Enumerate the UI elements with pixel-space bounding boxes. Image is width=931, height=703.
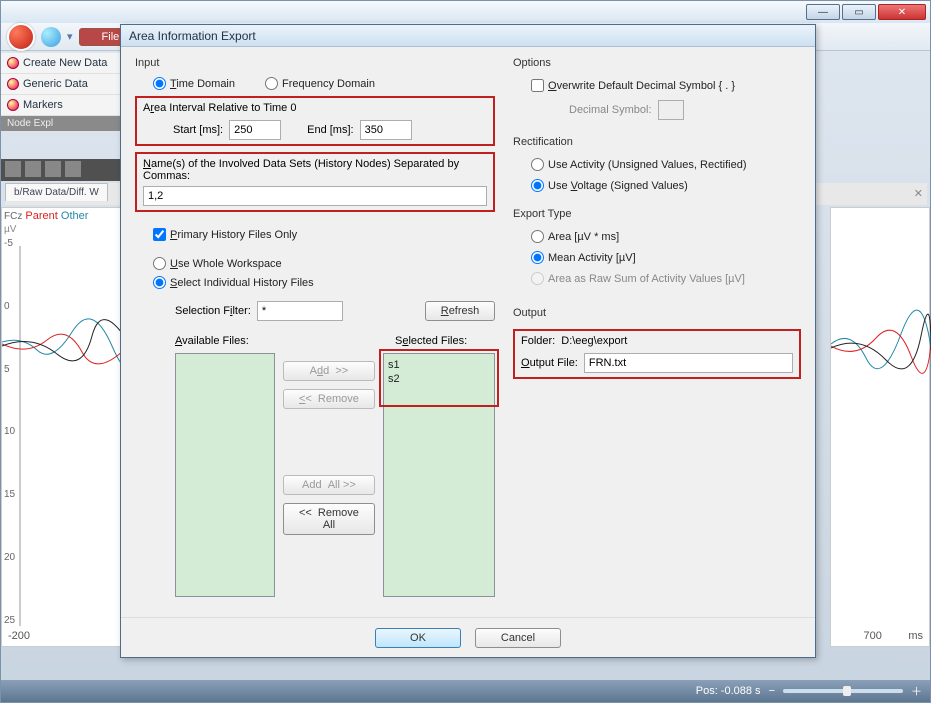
tool-icon[interactable] <box>25 161 41 177</box>
filter-input[interactable] <box>257 301 343 321</box>
time-domain-radio[interactable]: Time Domain <box>153 77 235 90</box>
use-activity-radio[interactable]: Use Activity (Unsigned Values, Rectified… <box>531 158 801 171</box>
area-export-dialog: Area Information Export Input Time Domai… <box>120 24 816 658</box>
dropdown-icon[interactable]: ▾ <box>67 30 73 43</box>
names-label: Name(s) of the Involved Data Sets (Histo… <box>143 158 487 182</box>
area-radio[interactable]: Area [µV * ms] <box>531 230 801 243</box>
channel-label: FCz <box>4 211 22 222</box>
output-file-input[interactable] <box>584 353 793 373</box>
available-label: Available Files: <box>175 335 287 347</box>
selected-files-list[interactable]: s1 s2 <box>383 353 495 597</box>
mean-radio[interactable]: Mean Activity [µV] <box>531 251 801 264</box>
interval-highlight: Area Interval Relative to Time 0 Start [… <box>135 96 495 146</box>
sidebar-item-generic-data[interactable]: Generic Data <box>1 74 130 95</box>
rectification-label: Rectification <box>513 136 801 148</box>
tab-raw-data[interactable]: b/Raw Data/Diff. W <box>5 183 108 201</box>
remove-all-button[interactable]: << Remove All <box>283 503 375 535</box>
folder-value: D:\eeg\export <box>561 335 627 347</box>
end-label: End [ms]: <box>307 124 353 136</box>
status-bar: Pos: -0.088 s − ＋ <box>1 680 930 702</box>
filter-label: Selection Filter: <box>175 305 251 317</box>
select-individual-radio[interactable]: Select Individual History Files <box>153 276 495 289</box>
list-item[interactable]: s2 <box>388 372 490 386</box>
zoom-in-icon[interactable]: ＋ <box>911 683 922 699</box>
refresh-button[interactable]: Refresh <box>425 301 495 321</box>
globe-icon[interactable] <box>41 27 61 47</box>
end-input[interactable] <box>360 120 412 140</box>
zoom-slider[interactable] <box>783 689 903 693</box>
parent-label: Parent <box>25 210 57 222</box>
ok-button[interactable]: OK <box>375 628 461 648</box>
tab-close-icon[interactable]: ✕ <box>914 187 923 200</box>
folder-label: Folder: <box>521 335 555 347</box>
interval-legend: Area Interval Relative to Time 0 <box>143 102 487 114</box>
tool-icon[interactable] <box>65 161 81 177</box>
use-voltage-radio[interactable]: Use Voltage (Signed Values) <box>531 179 801 192</box>
freq-domain-radio[interactable]: Frequency Domain <box>265 77 375 90</box>
options-label: Options <box>513 57 801 69</box>
zoom-out-icon[interactable]: − <box>769 685 775 697</box>
app-logo-icon <box>7 23 35 51</box>
remove-button[interactable]: << Remove <box>283 389 375 409</box>
use-whole-radio[interactable]: Use Whole Workspace <box>153 257 495 270</box>
bullet-icon <box>7 78 19 90</box>
pos-label: Pos: -0.088 s <box>696 685 761 697</box>
uv-label: µV <box>4 224 16 235</box>
main-titlebar: — ▭ ✕ <box>1 1 930 23</box>
plot-right: 700ms <box>830 207 930 647</box>
close-button[interactable]: ✕ <box>878 4 926 20</box>
tool-icon[interactable] <box>45 161 61 177</box>
bullet-icon <box>7 99 19 111</box>
output-label: Output <box>513 307 801 319</box>
add-button[interactable]: Add >> <box>283 361 375 381</box>
decimal-input <box>658 100 684 120</box>
cancel-button[interactable]: Cancel <box>475 628 561 648</box>
add-all-button[interactable]: Add All >> <box>283 475 375 495</box>
bullet-icon <box>7 57 19 69</box>
raw-sum-radio: Area as Raw Sum of Activity Values [µV] <box>531 272 801 285</box>
sidebar: Create New Data Generic Data Markers Nod… <box>1 53 131 131</box>
output-file-label: Output File: <box>521 357 578 369</box>
selected-label: Selected Files: <box>395 335 467 347</box>
sidebar-item-create-new[interactable]: Create New Data <box>1 53 130 74</box>
input-label: Input <box>135 57 495 69</box>
tool-icon[interactable] <box>5 161 21 177</box>
available-files-list[interactable] <box>175 353 275 597</box>
waveform-right <box>831 248 931 628</box>
overwrite-check[interactable]: Overwrite Default Decimal Symbol { . } <box>531 79 801 92</box>
waveform-left <box>2 246 132 626</box>
primary-only-check[interactable]: Primary History Files Only <box>153 228 495 241</box>
names-input[interactable] <box>143 186 487 206</box>
plot-left: FCz Parent Other µV -5 0 5 10 15 20 25 -… <box>1 207 131 647</box>
export-type-label: Export Type <box>513 208 801 220</box>
dialog-footer: OK Cancel <box>121 617 815 657</box>
output-highlight: Folder: D:\eeg\export Output File: <box>513 329 801 379</box>
other-label: Other <box>61 210 89 222</box>
names-highlight: Name(s) of the Involved Data Sets (Histo… <box>135 152 495 212</box>
decimal-label: Decimal Symbol: <box>569 104 652 116</box>
mid-toolbar <box>1 159 131 181</box>
sidebar-item-markers[interactable]: Markers <box>1 95 130 116</box>
node-explorer-header: Node Expl <box>1 116 130 131</box>
dialog-title: Area Information Export <box>121 25 815 47</box>
minimize-button[interactable]: — <box>806 4 840 20</box>
start-input[interactable] <box>229 120 281 140</box>
start-label: Start [ms]: <box>173 124 223 136</box>
maximize-button[interactable]: ▭ <box>842 4 876 20</box>
list-item[interactable]: s1 <box>388 358 490 372</box>
